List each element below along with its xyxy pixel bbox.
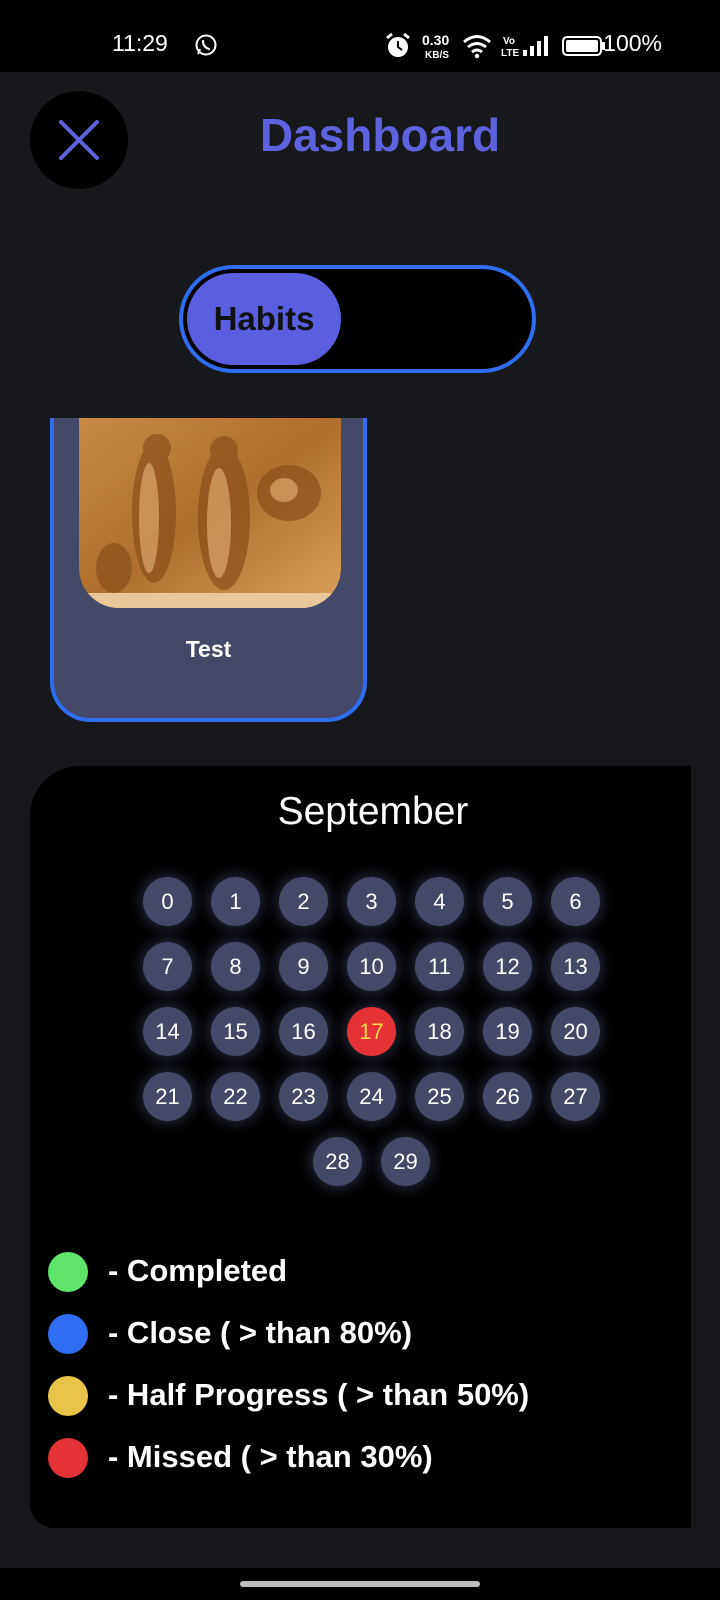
calendar-day[interactable]: 23 (279, 1072, 328, 1121)
habit-card[interactable]: Test (50, 418, 367, 722)
calendar-day[interactable]: 28 (313, 1137, 362, 1186)
calendar-day[interactable]: 16 (279, 1007, 328, 1056)
page-title: Dashboard (259, 109, 501, 161)
legend-dot (48, 1252, 88, 1292)
habit-image (79, 418, 341, 608)
battery-percent: 100% (603, 30, 662, 56)
calendar-day[interactable]: 19 (483, 1007, 532, 1056)
whatsapp-icon (195, 34, 217, 56)
status-icons: 0.30 KB/S Vo LTE (386, 32, 605, 60)
calendar-day[interactable]: 27 (551, 1072, 600, 1121)
legend-label: - Close ( > than 80%) (108, 1315, 413, 1350)
calendar-day[interactable]: 26 (483, 1072, 532, 1121)
wifi-icon (463, 35, 491, 59)
month-title: September (277, 790, 469, 833)
habit-name: Test (185, 636, 232, 662)
status-bar: 11:29 0.30 KB/S Vo LTE 100% (0, 0, 720, 72)
volte-top: Vo (503, 36, 515, 47)
calendar-day[interactable]: 0 (143, 877, 192, 926)
legend-item: - Completed (48, 1250, 688, 1294)
legend-label: - Half Progress ( > than 50%) (108, 1377, 530, 1412)
calendar-day[interactable]: 24 (347, 1072, 396, 1121)
status-time: 11:29 (112, 30, 168, 56)
calendar-day[interactable]: 25 (415, 1072, 464, 1121)
legend-label: - Missed ( > than 30%) (108, 1439, 433, 1474)
calendar-day[interactable]: 2 (279, 877, 328, 926)
signal-icon (523, 36, 548, 56)
calendar-day[interactable]: 3 (347, 877, 396, 926)
view-toggle[interactable]: Habits (179, 265, 536, 373)
calendar-day[interactable]: 13 (551, 942, 600, 991)
legend-item: - Close ( > than 80%) (48, 1312, 688, 1356)
calendar-day[interactable]: 29 (381, 1137, 430, 1186)
legend-item: - Half Progress ( > than 50%) (48, 1374, 688, 1418)
calendar-day[interactable]: 5 (483, 877, 532, 926)
speed-unit: KB/S (425, 50, 449, 60)
calendar-day[interactable]: 10 (347, 942, 396, 991)
calendar-day[interactable]: 8 (211, 942, 260, 991)
calendar-day[interactable]: 22 (211, 1072, 260, 1121)
calendar-day[interactable]: 18 (415, 1007, 464, 1056)
calendar-day[interactable]: 15 (211, 1007, 260, 1056)
legend-dot (48, 1314, 88, 1354)
calendar-day[interactable]: 9 (279, 942, 328, 991)
nav-bar (0, 1568, 720, 1600)
toggle-option-habits[interactable]: Habits (187, 273, 341, 365)
calendar-day[interactable]: 21 (143, 1072, 192, 1121)
calendar-day[interactable]: 12 (483, 942, 532, 991)
alarm-icon (386, 32, 410, 57)
calendar-day[interactable]: 17 (347, 1007, 396, 1056)
calendar-day[interactable]: 4 (415, 877, 464, 926)
speed-value: 0.30 (422, 32, 449, 48)
calendar-day[interactable]: 11 (415, 942, 464, 991)
calendar-card: September 0 1 2 3 4 5 6 7 8 9 10 11 12 13 14 15 16 17 18 19… (30, 766, 691, 1528)
home-gesture-handle[interactable] (240, 1581, 480, 1587)
battery-icon (562, 36, 605, 56)
legend-label: - Completed (108, 1253, 288, 1288)
legend-item: - Missed ( > than 30%) (48, 1436, 688, 1480)
calendar-day[interactable]: 6 (551, 877, 600, 926)
calendar-day[interactable]: 7 (143, 942, 192, 991)
volte-bottom: LTE (501, 48, 519, 59)
legend-dot (48, 1376, 88, 1416)
legend-dot (48, 1438, 88, 1478)
calendar-day[interactable]: 14 (143, 1007, 192, 1056)
calendar-day[interactable]: 1 (211, 877, 260, 926)
calendar-day[interactable]: 20 (551, 1007, 600, 1056)
